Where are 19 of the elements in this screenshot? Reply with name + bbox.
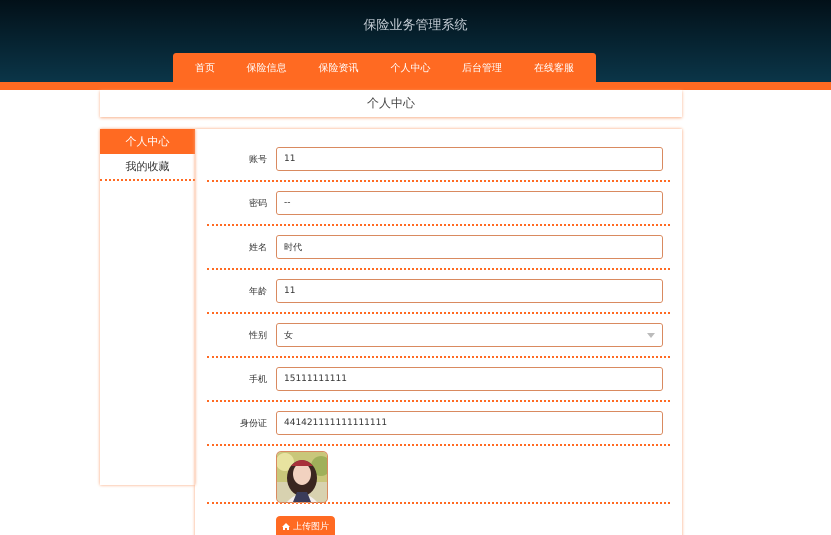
field-label: 姓名	[248, 242, 267, 254]
input-field[interactable]: --	[276, 191, 663, 215]
field-label: 身份证	[239, 418, 267, 430]
field-label: 年龄	[248, 286, 267, 298]
input-field[interactable]: 11	[276, 279, 663, 303]
field-label: 密码	[248, 198, 267, 210]
input-field[interactable]: 15111111111	[276, 367, 663, 391]
field-label: 手机	[248, 374, 267, 386]
field-label: 账号	[248, 154, 267, 166]
page-title: 个人中心	[100, 90, 682, 117]
select-field[interactable]: 女	[276, 323, 663, 347]
dropdown-caret-icon	[647, 332, 655, 338]
input-field[interactable]: 441421111111111111	[276, 411, 663, 435]
input-field[interactable]: 时代	[276, 235, 663, 259]
input-field[interactable]: 11	[276, 147, 663, 171]
field-label: 性别	[248, 330, 267, 342]
site-title: 保险业务管理系统	[364, 17, 468, 35]
sidebar-item[interactable]: 我的收藏	[100, 154, 195, 181]
home-icon	[282, 523, 290, 530]
